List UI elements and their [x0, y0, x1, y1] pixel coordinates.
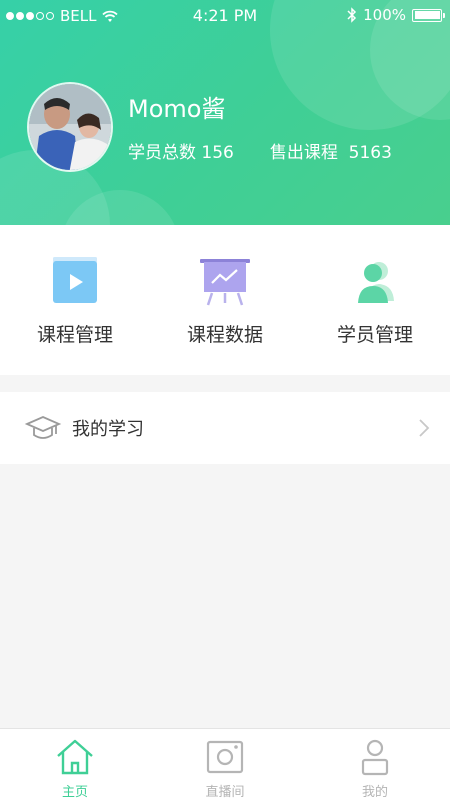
bluetooth-icon [347, 7, 357, 23]
sold-courses-stat: 售出课程 5163 [269, 143, 392, 163]
profile-stats: 学员总数 156 售出课程 5163 [128, 138, 392, 163]
video-play-icon [53, 257, 97, 303]
menu-student-management[interactable]: 学员管理 [300, 225, 450, 375]
menu-course-data[interactable]: 课程数据 [150, 225, 300, 375]
menu-course-management[interactable]: 课程管理 [0, 225, 150, 375]
tab-mine[interactable]: 我的 [300, 729, 450, 801]
status-bar: BELL 4:21 PM 100% [0, 0, 450, 32]
avatar[interactable] [27, 82, 113, 172]
presentation-chart-icon [200, 259, 250, 306]
my-study-label: 我的学习 [72, 419, 144, 440]
camera-icon [206, 740, 244, 774]
menu-label: 学员管理 [336, 324, 413, 346]
tab-label: 直播间 [205, 785, 245, 800]
user-name: Momo酱 [128, 95, 226, 123]
battery-percent: 100% [363, 6, 406, 24]
students-stat: 学员总数 156 [128, 143, 234, 163]
tab-label: 我的 [361, 785, 388, 800]
profile-header: BELL 4:21 PM 100% Momo酱 学员总数 156 售出课程 51… [0, 0, 450, 225]
users-icon [358, 262, 394, 303]
my-study-row[interactable]: 我的学习 [0, 392, 450, 464]
tab-home[interactable]: 主页 [0, 729, 150, 801]
home-icon [57, 739, 93, 775]
tab-label: 主页 [61, 785, 88, 800]
chevron-right-icon [419, 419, 430, 437]
bottom-tab-bar: 主页 直播间 我的 [0, 728, 450, 801]
user-icon [361, 739, 389, 776]
menu-label: 课程管理 [36, 324, 113, 346]
graduation-cap-icon [24, 416, 62, 439]
menu-label: 课程数据 [186, 324, 263, 346]
battery-icon [412, 8, 445, 22]
feature-menu: 课程管理 课程数据 学员管理 [0, 225, 450, 375]
tab-live-room[interactable]: 直播间 [150, 729, 300, 801]
